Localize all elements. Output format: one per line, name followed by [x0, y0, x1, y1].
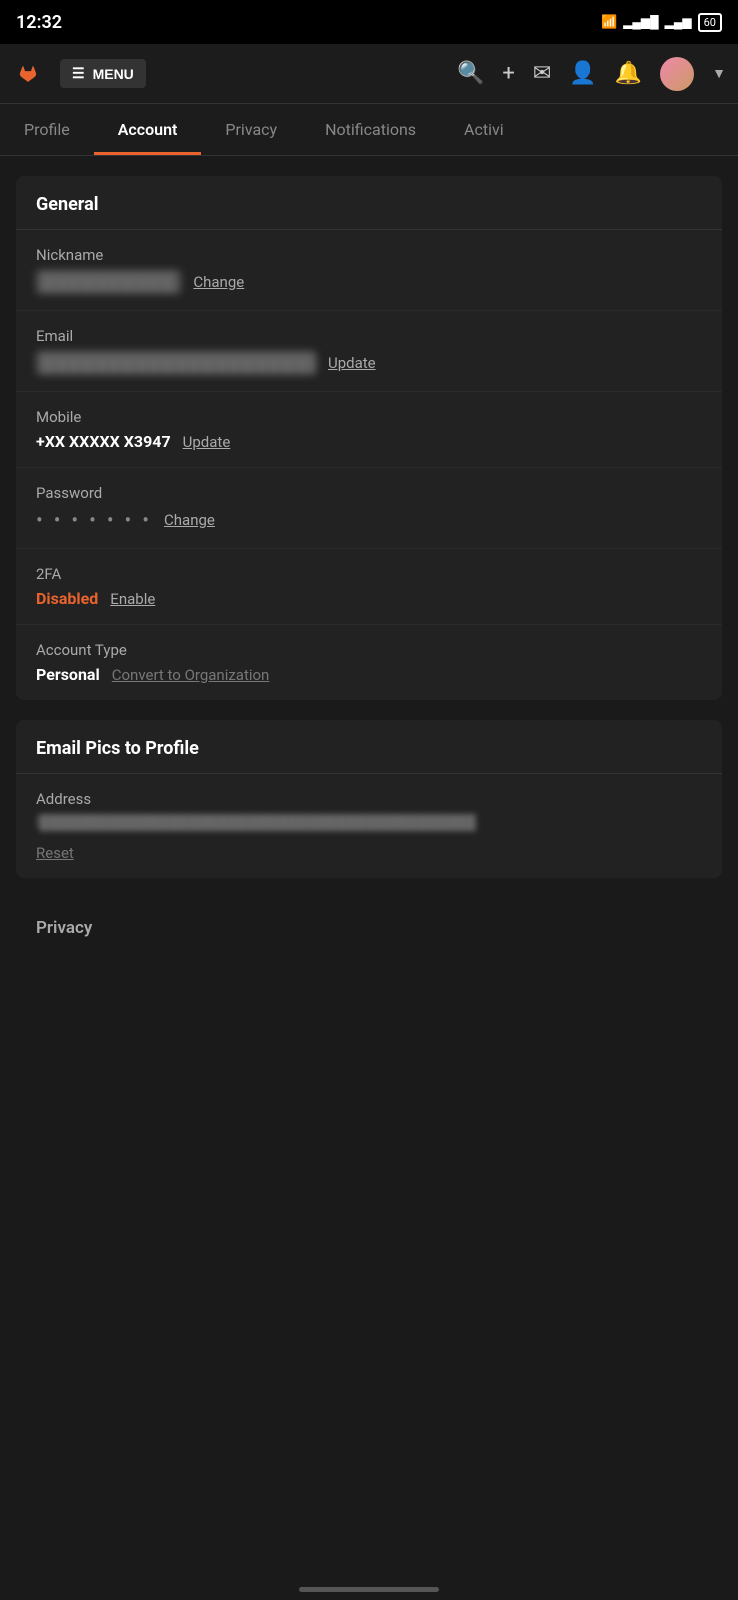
- account-type-field: Account Type Personal Convert to Organiz…: [16, 625, 722, 700]
- menu-icon: ☰: [72, 65, 85, 82]
- account-type-label: Account Type: [36, 641, 702, 659]
- status-bar: 12:32 📶 ▂▄▆█ ▂▄▆ 60: [0, 0, 738, 44]
- chevron-down-icon: ▼: [712, 65, 726, 82]
- email-update-link[interactable]: Update: [328, 354, 376, 372]
- tab-notifications[interactable]: Notifications: [301, 104, 440, 155]
- avatar[interactable]: [660, 57, 694, 91]
- menu-button[interactable]: ☰ MENU: [60, 59, 146, 88]
- email-pics-header: Email Pics to Profile: [16, 720, 722, 774]
- mobile-value: +XX XXXXX X3947: [36, 432, 171, 451]
- create-icon[interactable]: +: [502, 61, 514, 86]
- home-indicator: [0, 1575, 738, 1600]
- top-nav: ☰ MENU 🔍 + ✉ 👤 🔔 ▼: [0, 44, 738, 104]
- password-label: Password: [36, 484, 702, 502]
- home-bar: [299, 1587, 439, 1592]
- search-icon[interactable]: 🔍: [457, 61, 484, 86]
- twofa-enable-link[interactable]: Enable: [110, 590, 155, 608]
- tab-profile[interactable]: Profile: [0, 104, 94, 155]
- nav-icons: 🔍 + ✉ 👤 🔔 ▼: [457, 57, 726, 91]
- mobile-update-link[interactable]: Update: [183, 433, 231, 451]
- password-change-link[interactable]: Change: [164, 511, 215, 529]
- address-value: l███████████████████████████████████████…: [36, 814, 702, 831]
- mobile-field: Mobile +XX XXXXX X3947 Update: [16, 392, 722, 468]
- email-label: Email: [36, 327, 702, 345]
- address-label: Address: [36, 790, 702, 808]
- bell-icon[interactable]: 🔔: [615, 61, 642, 86]
- general-header: General: [16, 176, 722, 230]
- nickname-label: Nickname: [36, 246, 702, 264]
- account-type-value: Personal: [36, 665, 100, 684]
- convert-to-org-link[interactable]: Convert to Organization: [112, 666, 270, 684]
- user-icon[interactable]: 👤: [569, 61, 596, 86]
- tab-privacy[interactable]: Privacy: [201, 104, 301, 155]
- mobile-label: Mobile: [36, 408, 702, 426]
- tab-activity[interactable]: Activi: [440, 104, 528, 155]
- privacy-label: Privacy: [16, 898, 722, 958]
- wifi-icon: 📶: [601, 15, 617, 30]
- tabs-bar: Profile Account Privacy Notifications Ac…: [0, 104, 738, 156]
- reset-link[interactable]: Reset: [36, 844, 74, 862]
- nickname-field: Nickname ██████████ Change: [16, 230, 722, 311]
- password-value: • • • • • • •: [36, 508, 152, 532]
- signal-icon: ▂▄▆█: [623, 15, 658, 29]
- status-icons: 📶 ▂▄▆█ ▂▄▆ 60: [601, 13, 722, 32]
- battery-icon: 60: [698, 13, 722, 32]
- twofa-label: 2FA: [36, 565, 702, 583]
- email-pics-section: Email Pics to Profile Address l█████████…: [16, 720, 722, 878]
- address-field: Address l███████████████████████████████…: [16, 774, 722, 878]
- email-field: Email ████████████████████████████████ U…: [16, 311, 722, 392]
- password-field: Password • • • • • • • Change: [16, 468, 722, 549]
- tab-account[interactable]: Account: [94, 104, 202, 155]
- gitlab-logo: [12, 58, 44, 90]
- main-content: General Nickname ██████████ Change Email…: [0, 156, 738, 978]
- status-time: 12:32: [16, 12, 62, 33]
- general-section: General Nickname ██████████ Change Email…: [16, 176, 722, 700]
- twofa-field: 2FA Disabled Enable: [16, 549, 722, 625]
- signal-icon-2: ▂▄▆: [665, 15, 692, 29]
- nickname-change-link[interactable]: Change: [193, 273, 244, 291]
- nickname-value: ██████████: [36, 270, 181, 294]
- twofa-status: Disabled: [36, 589, 98, 608]
- email-value: ████████████████████████████████: [36, 351, 316, 375]
- mail-icon[interactable]: ✉: [533, 61, 551, 86]
